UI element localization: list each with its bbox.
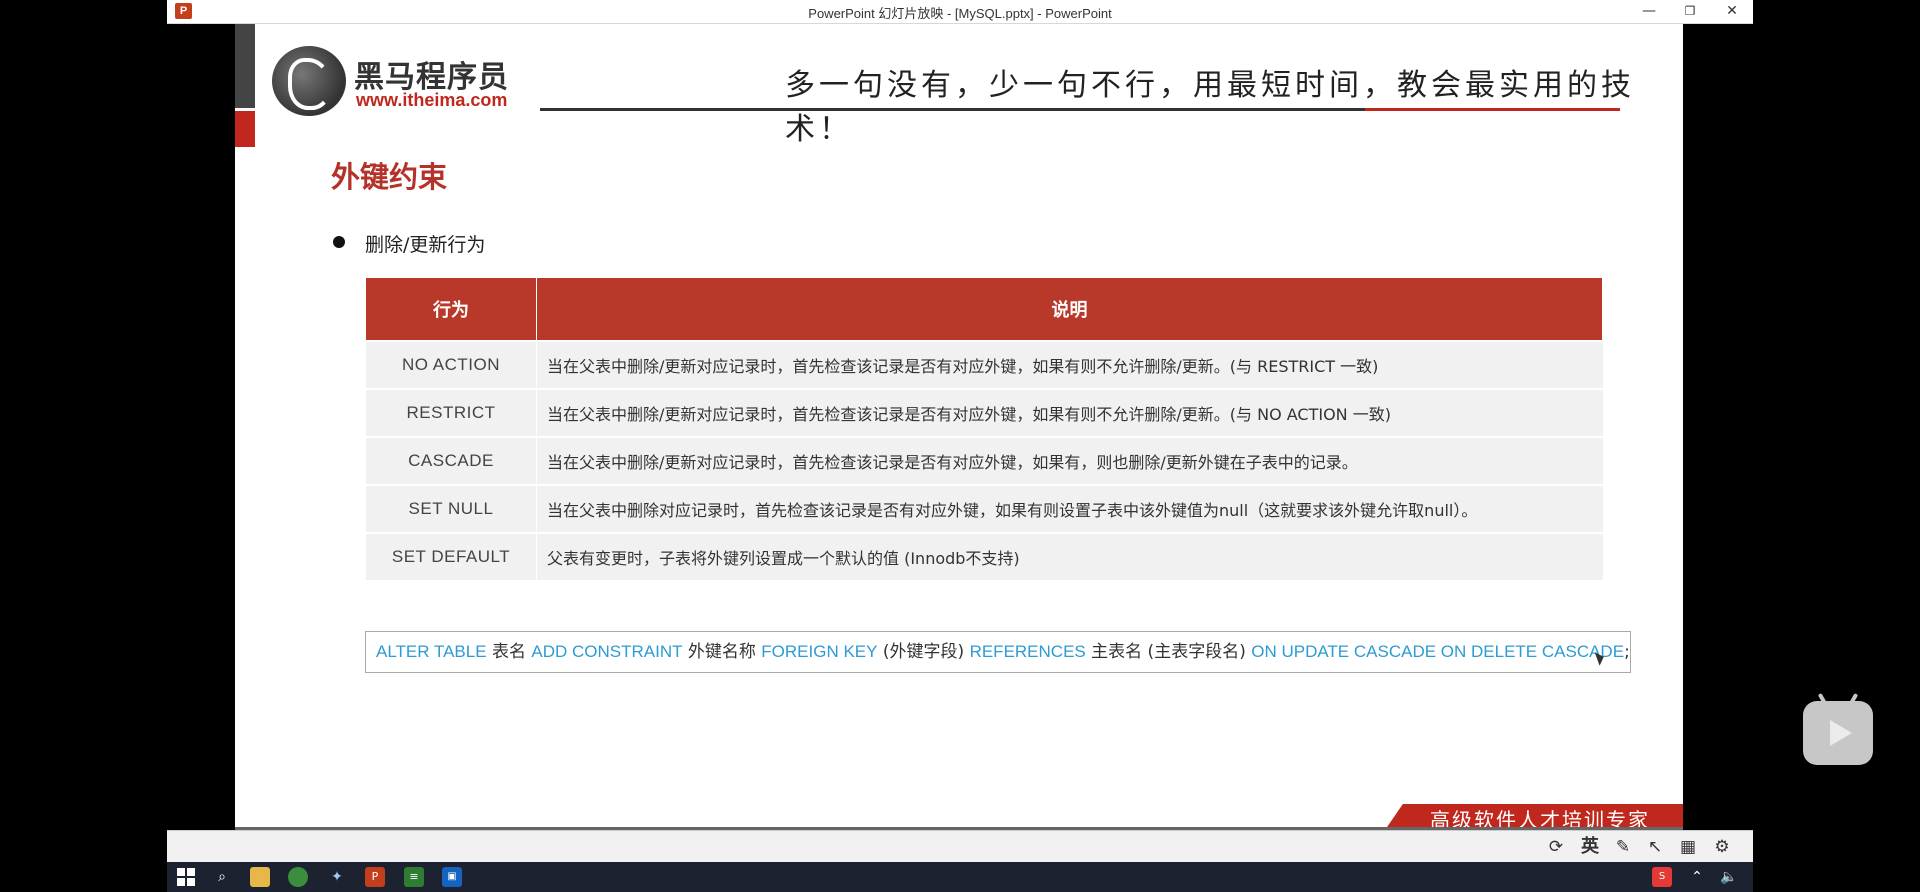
sql-keyword: REFERENCES [969,642,1086,661]
volume-icon[interactable]: 🔈 [1719,867,1739,887]
chevron-up-icon[interactable]: ⌃ [1687,867,1707,887]
slideshow-toolbar: ⟳ 英 ✎ ↖ ▦ ⚙ [167,830,1753,863]
close-button[interactable]: ✕ [1712,0,1752,23]
table-header-row: 行为 说明 [365,277,1603,342]
action-cell: RESTRICT [365,388,537,437]
ime-language-indicator[interactable]: 英 [1579,837,1601,857]
tray-app-icon[interactable]: S [1652,867,1672,887]
play-icon[interactable] [1803,692,1873,765]
table-row: CASCADE 当在父表中删除/更新对应记录时，首先检查该记录是否有对应外键，如… [365,436,1603,485]
action-cell: SET NULL [365,484,537,533]
terminal-icon[interactable]: ▣ [442,867,462,887]
sql-syntax-box: ALTER TABLE 表名 ADD CONSTRAINT 外键名称 FOREI… [365,631,1631,673]
header-divider-accent [1365,108,1620,111]
chrome-icon[interactable] [288,867,308,887]
description-cell: 父表有变更时，子表将外键列设置成一个默认的值 (Innodb不支持) [536,532,1603,580]
app-icon[interactable]: ✦ [327,867,347,887]
powerpoint-taskbar-icon[interactable]: P [365,867,385,887]
bullet-icon [333,236,345,248]
sql-text: 表名 [486,642,532,662]
pen-icon[interactable]: ✎ [1612,837,1634,857]
bullet-text: 删除/更新行为 [365,234,486,256]
windows-start-icon[interactable] [177,868,195,886]
description-cell: 当在父表中删除/更新对应记录时，首先检查该记录是否有对应外键，如果有，则也删除/… [536,436,1603,485]
description-cell: 当在父表中删除/更新对应记录时，首先检查该记录是否有对应外键，如果有则不允许删除… [536,340,1603,389]
fk-behavior-table: 行为 说明 NO ACTION 当在父表中删除/更新对应记录时，首先检查该记录是… [365,277,1603,580]
table-row: SET NULL 当在父表中删除对应记录时，首先检查该记录是否有对应外键，如果有… [365,484,1603,533]
table-row: SET DEFAULT 父表有变更时，子表将外键列设置成一个默认的值 (Inno… [365,532,1603,580]
sql-keyword: ADD CONSTRAINT [531,642,683,661]
slide-decor-bar [235,24,255,108]
slide-title: 外键约束 [331,160,448,194]
window-titlebar: P PowerPoint 幻灯片放映 - [MySQL.pptx] - Powe… [167,0,1753,24]
action-cell: CASCADE [365,436,537,485]
notepad-icon[interactable]: ≡ [404,867,424,887]
windows-taskbar: ⌕ ✦ P ≡ ▣ S ⌃ 🔈 [167,862,1753,892]
pointer-icon[interactable]: ↖ [1644,837,1666,857]
slide[interactable]: 黑马程序员 www.itheima.com 多一句没有，少一句不行，用最短时间，… [235,24,1683,830]
gear-icon[interactable]: ⚙ [1711,837,1733,857]
table-row: NO ACTION 当在父表中删除/更新对应记录时，首先检查该记录是否有对应外键… [365,340,1603,389]
action-cell: NO ACTION [365,340,537,389]
search-icon[interactable]: ⌕ [212,867,232,887]
column-header-action: 行为 [365,277,537,342]
brand-logo: 黑马程序员 www.itheima.com [272,46,522,126]
brand-url: www.itheima.com [356,90,508,110]
header-divider [540,108,1365,111]
header-slogan: 多一句没有，少一句不行，用最短时间，教会最实用的技术！ [785,68,1635,147]
sql-text: ; [1624,642,1630,662]
action-cell: SET DEFAULT [365,532,537,580]
slides-grid-icon[interactable]: ▦ [1677,837,1699,857]
description-cell: 当在父表中删除对应记录时，首先检查该记录是否有对应外键，如果有则设置子表中该外键… [536,484,1603,533]
horse-logo-icon [272,46,346,116]
sql-keyword: FOREIGN KEY [761,642,878,661]
description-cell: 当在父表中删除/更新对应记录时，首先检查该记录是否有对应外键，如果有则不允许删除… [536,388,1603,437]
slide-decor-bar-red [235,111,255,147]
sql-keyword: ON UPDATE CASCADE ON DELETE CASCADE [1251,642,1625,661]
refresh-icon[interactable]: ⟳ [1545,837,1567,857]
column-header-description: 说明 [536,277,1603,342]
table-row: RESTRICT 当在父表中删除/更新对应记录时，首先检查该记录是否有对应外键，… [365,388,1603,437]
window-title: PowerPoint 幻灯片放映 - [MySQL.pptx] - PowerP… [808,6,1112,21]
sql-text: (外键字段) [877,642,970,662]
sql-text: 主表名 (主表字段名) [1085,642,1252,662]
minimize-button[interactable]: — [1629,0,1669,23]
sql-keyword: ALTER TABLE [376,642,487,661]
restore-button[interactable]: ❐ [1670,0,1710,23]
file-explorer-icon[interactable] [250,867,270,887]
sql-text: 外键名称 [682,642,762,662]
